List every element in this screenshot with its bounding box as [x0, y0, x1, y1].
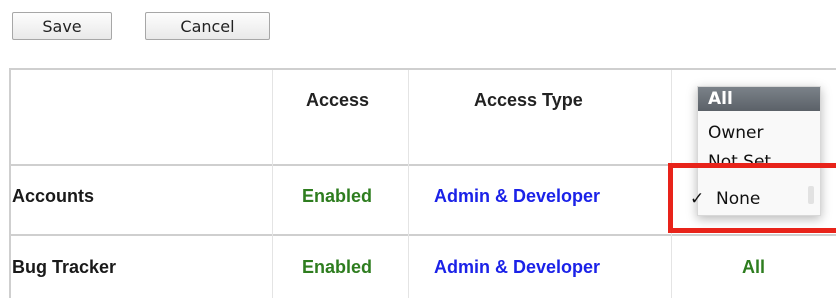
highlight-annotation [668, 163, 836, 233]
row-label-bug-tracker: Bug Tracker [12, 257, 117, 277]
dropdown-option-all[interactable]: All [698, 87, 820, 111]
save-button[interactable]: Save [12, 12, 112, 40]
column-divider [408, 70, 409, 298]
column-divider [272, 70, 273, 298]
dropdown-option-owner[interactable]: Owner [698, 121, 820, 145]
header-access-type: Access Type [474, 90, 583, 110]
access-value-accounts[interactable]: Enabled [302, 186, 372, 207]
access-type-accounts[interactable]: Admin & Developer [434, 186, 600, 207]
value-bug-tracker[interactable]: All [742, 257, 765, 278]
access-type-bug-tracker[interactable]: Admin & Developer [434, 257, 600, 278]
cancel-button[interactable]: Cancel [145, 12, 270, 40]
row-label-accounts: Accounts [12, 186, 95, 206]
access-value-bug-tracker[interactable]: Enabled [302, 257, 372, 278]
row-divider [11, 234, 836, 236]
header-access: Access [306, 90, 370, 110]
